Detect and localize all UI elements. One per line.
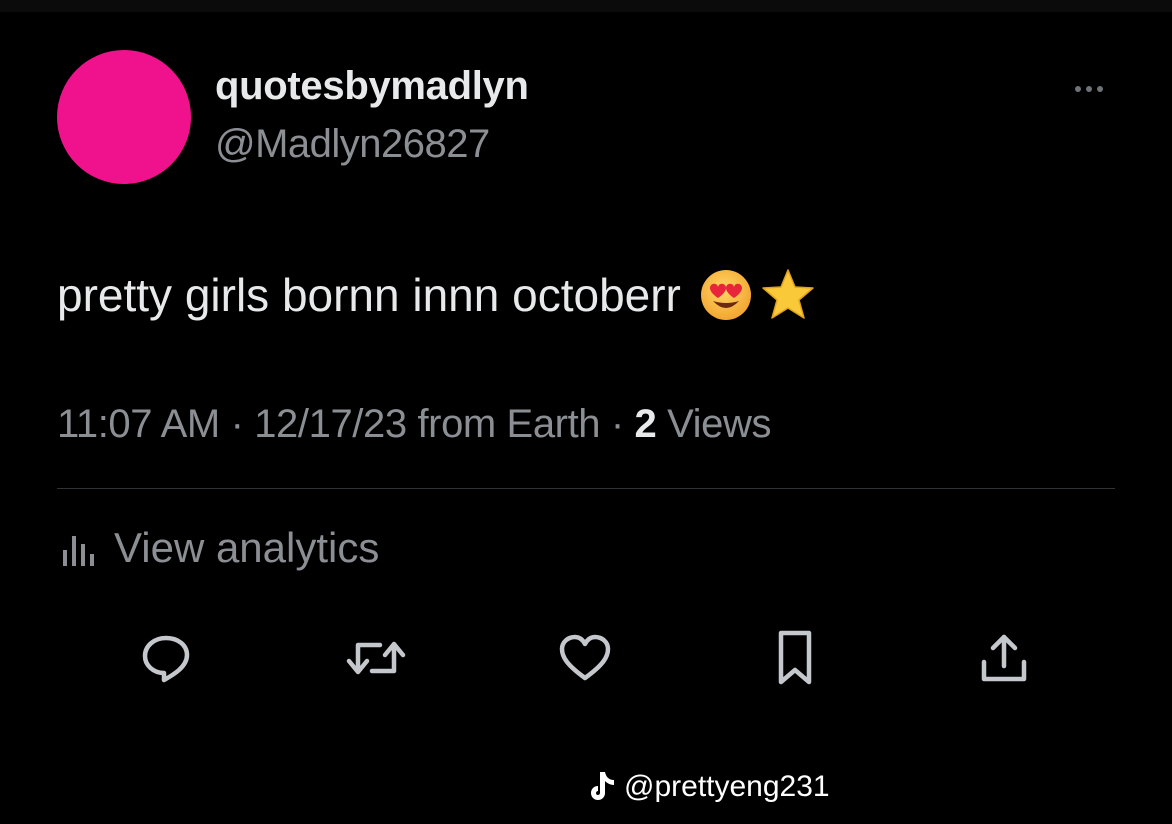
views-label: Views: [667, 402, 772, 446]
tiktok-logo: [591, 772, 614, 800]
like-button[interactable]: [553, 626, 617, 690]
share-button[interactable]: [972, 626, 1036, 690]
tweet-emojis: [699, 266, 817, 324]
speech-bubble-icon: [142, 635, 190, 683]
reply-button[interactable]: [134, 626, 198, 690]
tweet-text: pretty girls bornn innn octoberr: [57, 269, 681, 321]
tweet-source: from Earth: [417, 402, 601, 446]
views-count: 2: [634, 402, 657, 446]
view-analytics-button[interactable]: View analytics: [60, 524, 379, 572]
user-handle[interactable]: @Madlyn26827: [215, 122, 490, 167]
tweet-date[interactable]: 12/17/23: [254, 402, 407, 446]
bookmark-button[interactable]: [763, 626, 827, 690]
tiktok-watermark: @prettyeng231: [588, 770, 830, 804]
avatar[interactable]: [57, 50, 191, 184]
more-dots-icon: [1075, 86, 1081, 92]
more-options-button[interactable]: [1064, 78, 1114, 100]
tweet-body: pretty girls bornn innn octoberr: [57, 266, 817, 324]
share-upload-icon: [981, 634, 1027, 682]
retweet-arrows-icon: [346, 641, 406, 675]
analytics-bar-icon: [63, 536, 94, 566]
tweet-time[interactable]: 11:07 AM: [57, 402, 220, 446]
star-emoji-icon: [762, 269, 814, 319]
meta-separator: ·: [230, 402, 244, 446]
heart-icon: [559, 634, 611, 681]
view-analytics-label[interactable]: View analytics: [114, 524, 379, 572]
more-dots-icon: [1097, 86, 1103, 92]
divider: [57, 488, 1115, 489]
tweet-meta: 11:07 AM · 12/17/23 from Earth · 2 Views: [57, 402, 771, 447]
more-dots-icon: [1086, 86, 1092, 92]
bookmark-icon: [778, 630, 812, 685]
retweet-button[interactable]: [344, 626, 408, 690]
watermark-text: @prettyeng231: [624, 770, 830, 803]
heart-eyes-emoji-icon: [700, 270, 751, 320]
top-edge-strip: [0, 0, 1172, 12]
display-name[interactable]: quotesbymadlyn: [215, 64, 529, 109]
meta-separator: ·: [610, 402, 624, 446]
